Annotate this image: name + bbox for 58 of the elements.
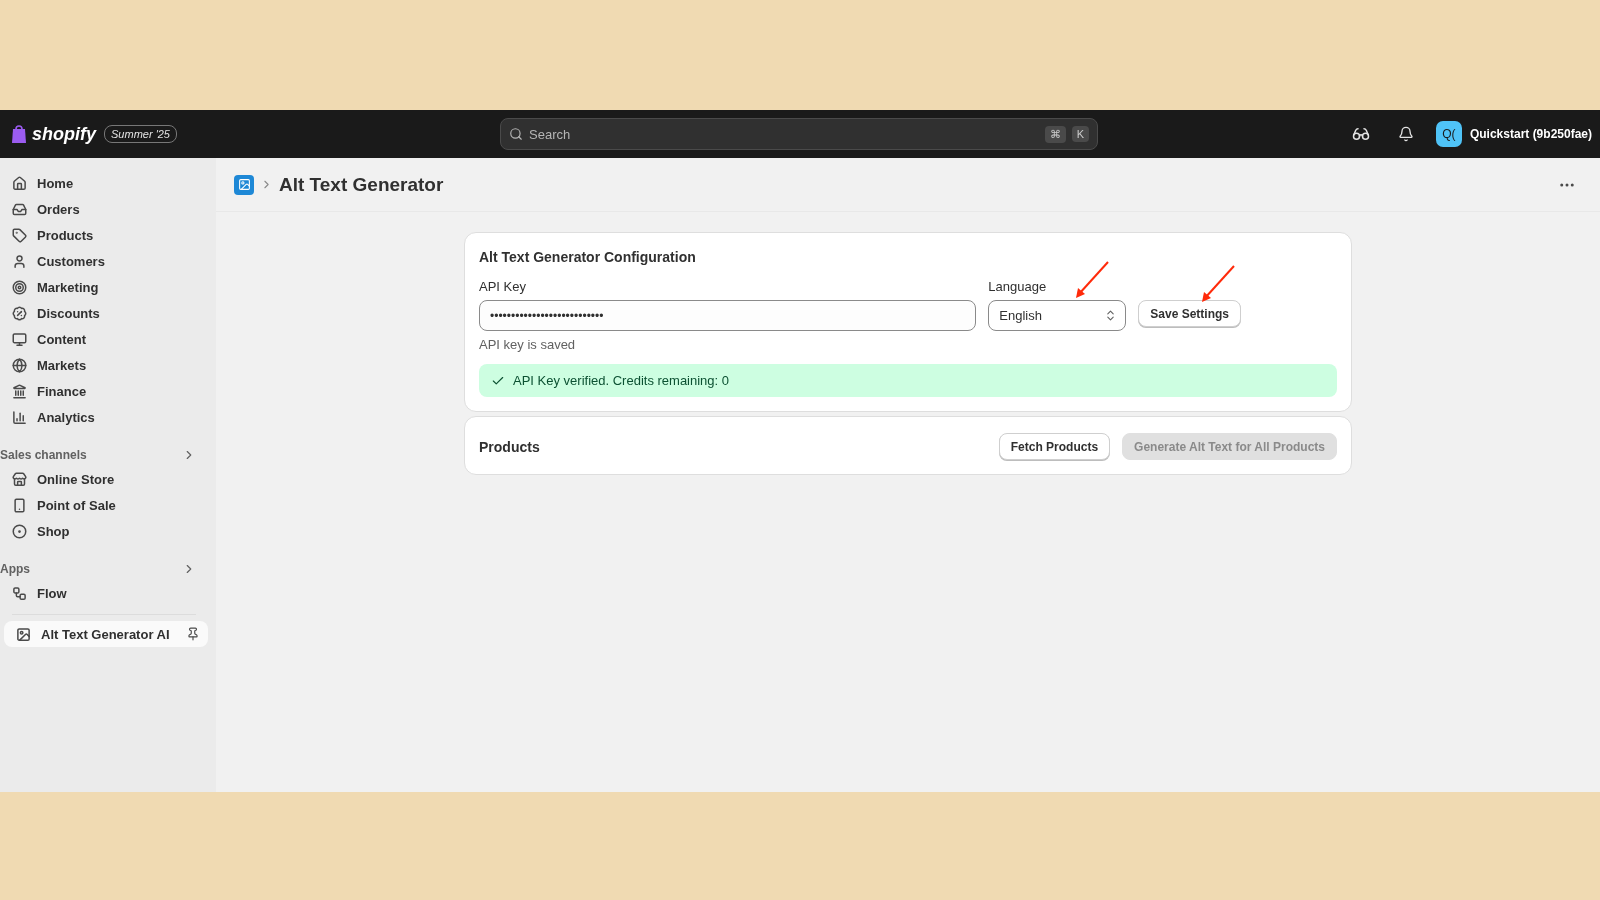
section-heading: Apps [0, 562, 30, 576]
search-icon [509, 127, 523, 141]
annotation-arrow [1202, 265, 1235, 302]
nav-item[interactable]: Finance [0, 378, 208, 404]
api-key-field[interactable]: ••••••••••••••••••••••••••• [479, 300, 977, 331]
nav-item[interactable]: Home [0, 170, 208, 196]
store-name[interactable]: Quickstart (9b250fae) [1469, 127, 1592, 141]
card-title: Products [479, 438, 540, 455]
nav-item[interactable]: Alt Text Generator AI [4, 621, 208, 647]
person-icon [12, 253, 27, 269]
search-field[interactable]: Search ⌘ K [500, 118, 1098, 150]
monitor-icon [12, 331, 27, 347]
page-title: Alt Text Generator [279, 173, 444, 196]
nav-item[interactable]: Flow [0, 580, 208, 606]
nav-item[interactable]: Customers [0, 248, 208, 274]
language-select[interactable]: English [988, 300, 1127, 331]
field-label: Language [988, 279, 1048, 294]
target-icon [12, 279, 27, 295]
shortcut-key: K [1071, 126, 1089, 142]
glasses-icon[interactable] [1351, 125, 1370, 143]
nav-item[interactable]: Online Store [0, 466, 208, 492]
flow-icon [12, 585, 27, 601]
notifications-icon[interactable] [1397, 126, 1414, 142]
app-icon [234, 174, 254, 195]
annotation-arrow [1076, 261, 1109, 298]
section-heading: Sales channels [0, 448, 87, 462]
shopping-bag-icon [10, 124, 28, 144]
logo-text[interactable]: shopify [32, 123, 96, 145]
image-icon [16, 626, 31, 642]
edition-badge: Summer '25 [104, 125, 177, 143]
tag-icon [12, 227, 27, 243]
action-button[interactable]: Fetch Products [998, 433, 1111, 460]
circle-icon [12, 523, 27, 539]
save-settings-button[interactable]: Save Settings [1138, 300, 1241, 327]
nav-item[interactable]: Products [0, 222, 208, 248]
shortcut-key: ⌘ [1044, 125, 1066, 143]
globe-icon [12, 357, 27, 373]
inbox-icon [12, 201, 27, 217]
store-icon [12, 471, 27, 487]
nav-item[interactable]: Discounts [0, 300, 208, 326]
card-title: Alt Text Generator Configuration [479, 249, 697, 265]
percent-badge-icon [12, 305, 27, 321]
banner-text: API Key verified. Credits remaining: 0 [513, 373, 730, 388]
nav-item[interactable]: Content [0, 326, 208, 352]
nav-item[interactable]: Markets [0, 352, 208, 378]
store-avatar[interactable]: Q( [1435, 121, 1462, 147]
bank-icon [12, 383, 27, 399]
nav-item[interactable]: Analytics [0, 404, 208, 430]
nav-item[interactable]: Point of Sale [0, 492, 208, 518]
phone-icon [12, 497, 27, 513]
field-label: API Key [479, 279, 527, 294]
nav-item[interactable]: Shop [0, 518, 208, 544]
nav-item[interactable]: Orders [0, 196, 208, 222]
bar-chart-icon [12, 409, 27, 425]
nav-item[interactable]: Marketing [0, 274, 208, 300]
help-text: API key is saved [479, 337, 577, 352]
pin-icon[interactable] [186, 627, 200, 641]
home-icon [12, 175, 27, 191]
